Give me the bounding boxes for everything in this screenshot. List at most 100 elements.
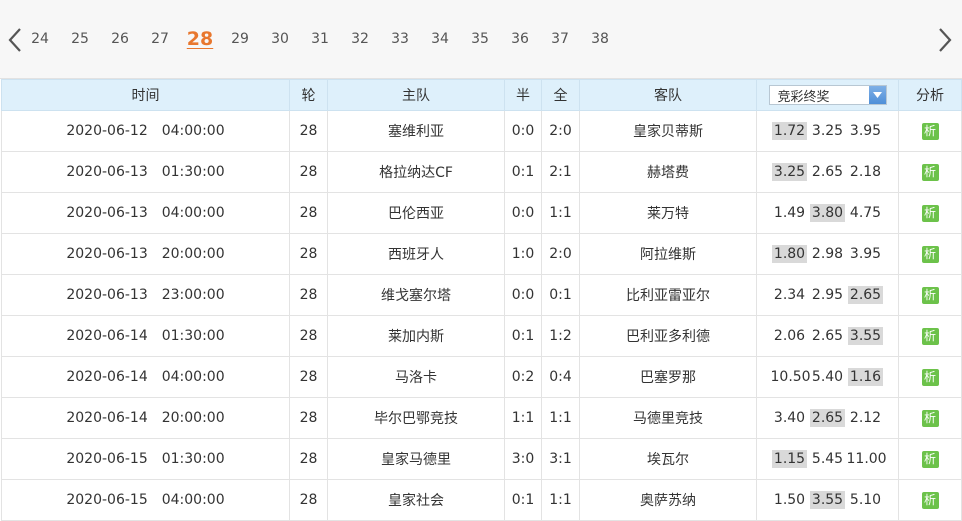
match-time: 2020-06-14 01:30:00	[1, 315, 290, 357]
table-row: 2020-06-15 01:30:00 28 皇家马德里 3:0 3:1 埃瓦尔 1.15 5.…	[1, 438, 962, 480]
round-link-35[interactable]: 35	[460, 31, 500, 49]
home-team[interactable]: 格拉纳达CF	[327, 151, 505, 193]
round-link-34[interactable]: 34	[420, 31, 460, 49]
match-time: 2020-06-14 04:00:00	[1, 356, 290, 398]
odds-value: 2.06	[773, 328, 806, 344]
odds-value: 4.75	[849, 205, 882, 221]
analysis-button[interactable]: 析	[921, 409, 939, 427]
half-score: 0:1	[504, 315, 542, 357]
home-team[interactable]: 莱加内斯	[327, 315, 505, 357]
round-link-33[interactable]: 33	[380, 31, 420, 49]
full-score: 0:4	[541, 356, 580, 398]
round-link-36[interactable]: 36	[500, 31, 540, 49]
away-team[interactable]: 奥萨苏纳	[579, 479, 757, 521]
match-clock: 04:00:00	[161, 205, 225, 221]
full-score: 2:0	[541, 233, 580, 275]
odds-cell: 1.15 5.45 11.00	[756, 438, 899, 480]
match-time: 2020-06-14 20:00:00	[1, 397, 290, 439]
full-score: 1:2	[541, 315, 580, 357]
match-round: 28	[289, 438, 328, 480]
away-team[interactable]: 阿拉维斯	[579, 233, 757, 275]
chevron-down-icon[interactable]	[868, 86, 886, 104]
match-round: 28	[289, 274, 328, 316]
odds-type-select[interactable]: 竞彩终奖	[768, 85, 887, 105]
round-link-31[interactable]: 31	[300, 31, 340, 49]
match-date: 2020-06-13	[66, 164, 148, 180]
table-row: 2020-06-14 20:00:00 28 毕尔巴鄂竞技 1:1 1:1 马德里竞技 3.4…	[1, 397, 962, 439]
match-round: 28	[289, 315, 328, 357]
odds-value: 1.72	[771, 122, 808, 140]
match-clock: 01:30:00	[161, 164, 225, 180]
match-time: 2020-06-15 04:00:00	[1, 479, 290, 521]
round-link-30[interactable]: 30	[260, 31, 300, 49]
half-score: 0:0	[504, 274, 542, 316]
table-row: 2020-06-14 04:00:00 28 马洛卡 0:2 0:4 巴塞罗那 10.50 5.…	[1, 356, 962, 398]
away-team[interactable]: 埃瓦尔	[579, 438, 757, 480]
odds-value: 3.55	[809, 491, 846, 509]
round-link-38[interactable]: 38	[580, 31, 620, 49]
match-clock: 20:00:00	[161, 410, 225, 426]
home-team[interactable]: 皇家马德里	[327, 438, 505, 480]
home-team[interactable]: 马洛卡	[327, 356, 505, 398]
odds-value: 3.95	[849, 246, 882, 262]
round-link-29[interactable]: 29	[220, 31, 260, 49]
analysis-cell: 析	[898, 315, 962, 357]
analysis-button[interactable]: 析	[921, 327, 939, 345]
away-team[interactable]: 巴塞罗那	[579, 356, 757, 398]
odds-value: 5.45	[811, 451, 844, 467]
home-team[interactable]: 皇家社会	[327, 479, 505, 521]
match-date: 2020-06-13	[66, 205, 148, 221]
match-date: 2020-06-14	[66, 410, 148, 426]
round-link-28[interactable]: 28	[180, 28, 220, 52]
odds-value: 2.65	[847, 286, 884, 304]
round-link-26[interactable]: 26	[100, 31, 140, 49]
analysis-button[interactable]: 析	[921, 368, 939, 386]
table-row: 2020-06-15 04:00:00 28 皇家社会 0:1 1:1 奥萨苏纳 1.50 3.…	[1, 479, 962, 521]
odds-cell: 1.50 3.55 5.10	[756, 479, 899, 521]
odds-value: 10.50	[770, 369, 811, 385]
round-link-32[interactable]: 32	[340, 31, 380, 49]
round-link-24[interactable]: 24	[20, 31, 60, 49]
analysis-cell: 析	[898, 233, 962, 275]
round-link-27[interactable]: 27	[140, 31, 180, 49]
match-date: 2020-06-14	[66, 328, 148, 344]
table-row: 2020-06-13 04:00:00 28 巴伦西亚 0:0 1:1 莱万特 1.49 3.8…	[1, 192, 962, 234]
analysis-button[interactable]: 析	[921, 204, 939, 222]
away-team[interactable]: 皇家贝蒂斯	[579, 110, 757, 152]
half-score: 0:2	[504, 356, 542, 398]
half-score: 0:0	[504, 192, 542, 234]
analysis-button[interactable]: 析	[921, 286, 939, 304]
round-link-25[interactable]: 25	[60, 31, 100, 49]
odds-value: 3.80	[809, 204, 846, 222]
away-team[interactable]: 莱万特	[579, 192, 757, 234]
full-score: 2:0	[541, 110, 580, 152]
analysis-button[interactable]: 析	[921, 163, 939, 181]
match-clock: 01:30:00	[161, 451, 225, 467]
match-time: 2020-06-13 23:00:00	[1, 274, 290, 316]
away-team[interactable]: 马德里竞技	[579, 397, 757, 439]
odds-cell: 1.72 3.25 3.95	[756, 110, 899, 152]
match-date: 2020-06-15	[66, 451, 148, 467]
home-team[interactable]: 塞维利亚	[327, 110, 505, 152]
away-team[interactable]: 赫塔费	[579, 151, 757, 193]
analysis-button[interactable]: 析	[921, 450, 939, 468]
home-team[interactable]: 西班牙人	[327, 233, 505, 275]
analysis-button[interactable]: 析	[921, 122, 939, 140]
home-team[interactable]: 维戈塞尔塔	[327, 274, 505, 316]
round-link-37[interactable]: 37	[540, 31, 580, 49]
analysis-button[interactable]: 析	[921, 491, 939, 509]
home-team[interactable]: 毕尔巴鄂竞技	[327, 397, 505, 439]
home-team[interactable]: 巴伦西亚	[327, 192, 505, 234]
match-rows: 2020-06-12 04:00:00 28 塞维利亚 0:0 2:0 皇家贝蒂斯 1.72 3…	[1, 110, 962, 521]
match-clock: 04:00:00	[161, 492, 225, 508]
odds-value: 3.40	[773, 410, 806, 426]
analysis-button[interactable]: 析	[921, 245, 939, 263]
round-list: 24 25 26 27 28 29 30 31 32 33 34 35 36 37 38	[20, 0, 620, 79]
chevron-right-icon[interactable]	[934, 27, 954, 53]
header-odds: 竞彩终奖	[756, 79, 899, 111]
away-team[interactable]: 巴利亚多利德	[579, 315, 757, 357]
header-round: 轮	[289, 79, 328, 111]
match-clock: 04:00:00	[161, 123, 225, 139]
odds-value: 2.65	[811, 164, 844, 180]
away-team[interactable]: 比利亚雷亚尔	[579, 274, 757, 316]
